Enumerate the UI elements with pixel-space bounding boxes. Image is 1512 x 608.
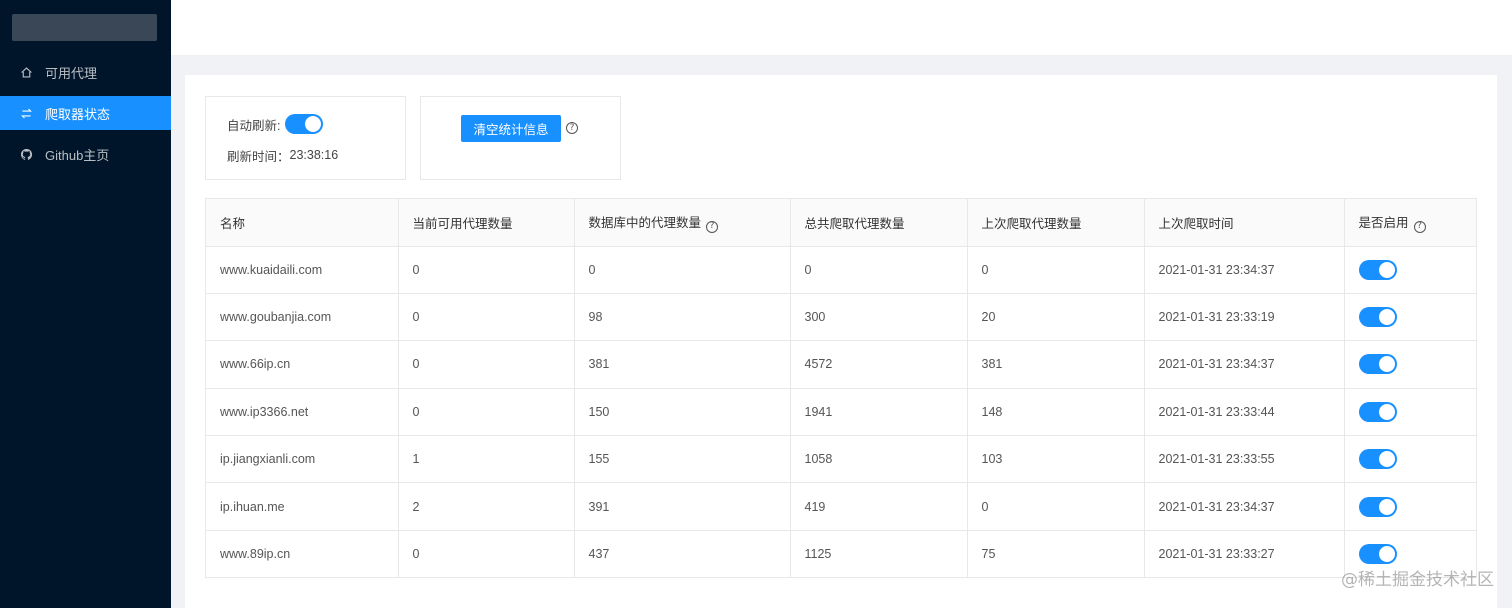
enabled-toggle[interactable] bbox=[1358, 544, 1397, 565]
refresh-time-label: 刷新时间： bbox=[227, 149, 290, 164]
cell-total: 419 bbox=[790, 482, 968, 531]
help-icon[interactable]: ? bbox=[706, 220, 719, 233]
top-header bbox=[171, 0, 1512, 55]
cell-last-time: 2021-01-31 23:34:37 bbox=[1144, 246, 1345, 294]
cell-last-time: 2021-01-31 23:34:37 bbox=[1144, 340, 1345, 389]
column-header-available[interactable]: 当前可用代理数量 bbox=[398, 199, 575, 247]
table-row: www.89ip.cn 0 437 1125 75 2021-01-31 23:… bbox=[206, 530, 1476, 579]
cell-name: www.kuaidaili.com bbox=[206, 246, 399, 294]
refresh-panel: 自动刷新: 刷新时间： 23:38:16 bbox=[205, 96, 406, 180]
cell-last: 20 bbox=[967, 293, 1145, 342]
cell-total: 1941 bbox=[790, 388, 968, 437]
cell-last-time: 2021-01-31 23:33:55 bbox=[1144, 435, 1345, 484]
column-header-last[interactable]: 上次爬取代理数量 bbox=[967, 199, 1145, 247]
table-header-row: 名称 当前可用代理数量 数据库中的代理数量? 总共爬取代理数量 上次爬取代理数量… bbox=[206, 199, 1476, 247]
cell-available: 0 bbox=[398, 293, 575, 342]
cell-name: www.89ip.cn bbox=[206, 530, 399, 579]
sidebar-item-label: 爬取器状态 bbox=[45, 106, 111, 122]
cell-last: 148 bbox=[967, 388, 1145, 437]
cell-enabled bbox=[1344, 246, 1476, 294]
table-row: www.ip3366.net 0 150 1941 148 2021-01-31… bbox=[206, 388, 1476, 437]
column-header-in-db[interactable]: 数据库中的代理数量? bbox=[574, 199, 791, 247]
logo bbox=[12, 14, 157, 41]
cell-available: 0 bbox=[398, 530, 575, 579]
cell-available: 2 bbox=[398, 482, 575, 531]
enabled-toggle[interactable] bbox=[1358, 496, 1397, 517]
clear-stats-button[interactable]: 清空统计信息 bbox=[461, 115, 561, 142]
enabled-toggle[interactable] bbox=[1358, 307, 1397, 328]
main-content: 自动刷新: 刷新时间： 23:38:16 清空统计信息 ? 名称 当前可用代理数… bbox=[185, 75, 1497, 608]
cell-in-db: 0 bbox=[574, 246, 791, 294]
auto-refresh-toggle[interactable] bbox=[285, 114, 324, 134]
cell-last-time: 2021-01-31 23:33:27 bbox=[1144, 530, 1345, 579]
cell-name: www.goubanjia.com bbox=[206, 293, 399, 342]
cell-total: 1125 bbox=[790, 530, 968, 579]
table-row: www.66ip.cn 0 381 4572 381 2021-01-31 23… bbox=[206, 340, 1476, 389]
cell-available: 0 bbox=[398, 388, 575, 437]
column-header-name[interactable]: 名称 bbox=[206, 199, 399, 247]
cell-in-db: 155 bbox=[574, 435, 791, 484]
cell-enabled bbox=[1344, 340, 1476, 389]
cell-last-time: 2021-01-31 23:34:37 bbox=[1144, 482, 1345, 531]
cell-in-db: 98 bbox=[574, 293, 791, 342]
refresh-time-value: 23:38:16 bbox=[289, 148, 339, 162]
table-row: www.goubanjia.com 0 98 300 20 2021-01-31… bbox=[206, 293, 1476, 342]
auto-refresh-label: 自动刷新: bbox=[227, 118, 281, 133]
cell-total: 0 bbox=[790, 246, 968, 294]
cell-last: 0 bbox=[967, 482, 1145, 531]
cell-last: 0 bbox=[967, 246, 1145, 294]
cell-name: www.ip3366.net bbox=[206, 388, 399, 437]
enabled-toggle[interactable] bbox=[1358, 354, 1397, 375]
enabled-toggle[interactable] bbox=[1358, 401, 1397, 422]
sidebar-item-github[interactable]: Github主页 bbox=[0, 137, 171, 171]
auto-refresh-row: 自动刷新: bbox=[227, 114, 324, 134]
crawler-table: 名称 当前可用代理数量 数据库中的代理数量? 总共爬取代理数量 上次爬取代理数量… bbox=[205, 198, 1477, 579]
cell-available: 0 bbox=[398, 340, 575, 389]
cell-total: 300 bbox=[790, 293, 968, 342]
cell-name: www.66ip.cn bbox=[206, 340, 399, 389]
column-header-enabled[interactable]: 是否启用? bbox=[1344, 199, 1476, 247]
enabled-toggle[interactable] bbox=[1358, 259, 1397, 280]
cell-name: ip.ihuan.me bbox=[206, 482, 399, 531]
cell-in-db: 391 bbox=[574, 482, 791, 531]
sidebar-item-crawler-status[interactable]: 爬取器状态 bbox=[0, 96, 171, 130]
sidebar-item-available-proxies[interactable]: 可用代理 bbox=[0, 55, 171, 89]
cell-available: 0 bbox=[398, 246, 575, 294]
enabled-toggle[interactable] bbox=[1358, 449, 1397, 470]
cell-name: ip.jiangxianli.com bbox=[206, 435, 399, 484]
table-row: www.kuaidaili.com 0 0 0 0 2021-01-31 23:… bbox=[206, 246, 1476, 294]
github-icon bbox=[19, 147, 33, 161]
stats-panel: 清空统计信息 ? bbox=[420, 96, 621, 180]
cell-last: 75 bbox=[967, 530, 1145, 579]
cell-enabled bbox=[1344, 293, 1476, 342]
cell-enabled bbox=[1344, 482, 1476, 531]
cell-enabled bbox=[1344, 435, 1476, 484]
help-icon[interactable]: ? bbox=[566, 122, 578, 134]
home-icon bbox=[19, 65, 33, 79]
cell-last-time: 2021-01-31 23:33:44 bbox=[1144, 388, 1345, 437]
column-header-total[interactable]: 总共爬取代理数量 bbox=[790, 199, 968, 247]
cell-in-db: 437 bbox=[574, 530, 791, 579]
column-header-last-time[interactable]: 上次爬取时间 bbox=[1144, 199, 1345, 247]
cell-in-db: 150 bbox=[574, 388, 791, 437]
cell-total: 1058 bbox=[790, 435, 968, 484]
cell-enabled bbox=[1344, 388, 1476, 437]
cell-in-db: 381 bbox=[574, 340, 791, 389]
sidebar-item-label: Github主页 bbox=[45, 147, 110, 163]
swap-icon bbox=[19, 106, 33, 120]
sidebar: 可用代理 爬取器状态 Github主页 bbox=[0, 0, 171, 608]
cell-available: 1 bbox=[398, 435, 575, 484]
watermark: @稀土掘金技术社区 bbox=[1341, 570, 1494, 590]
cell-total: 4572 bbox=[790, 340, 968, 389]
help-icon[interactable]: ? bbox=[1413, 220, 1426, 233]
table-row: ip.jiangxianli.com 1 155 1058 103 2021-0… bbox=[206, 435, 1476, 484]
sidebar-menu: 可用代理 爬取器状态 Github主页 bbox=[0, 55, 171, 178]
cell-last: 381 bbox=[967, 340, 1145, 389]
cell-last: 103 bbox=[967, 435, 1145, 484]
refresh-time-row: 刷新时间： 23:38:16 bbox=[227, 146, 338, 164]
cell-last-time: 2021-01-31 23:33:19 bbox=[1144, 293, 1345, 342]
table-row: ip.ihuan.me 2 391 419 0 2021-01-31 23:34… bbox=[206, 482, 1476, 531]
sidebar-item-label: 可用代理 bbox=[45, 65, 98, 81]
